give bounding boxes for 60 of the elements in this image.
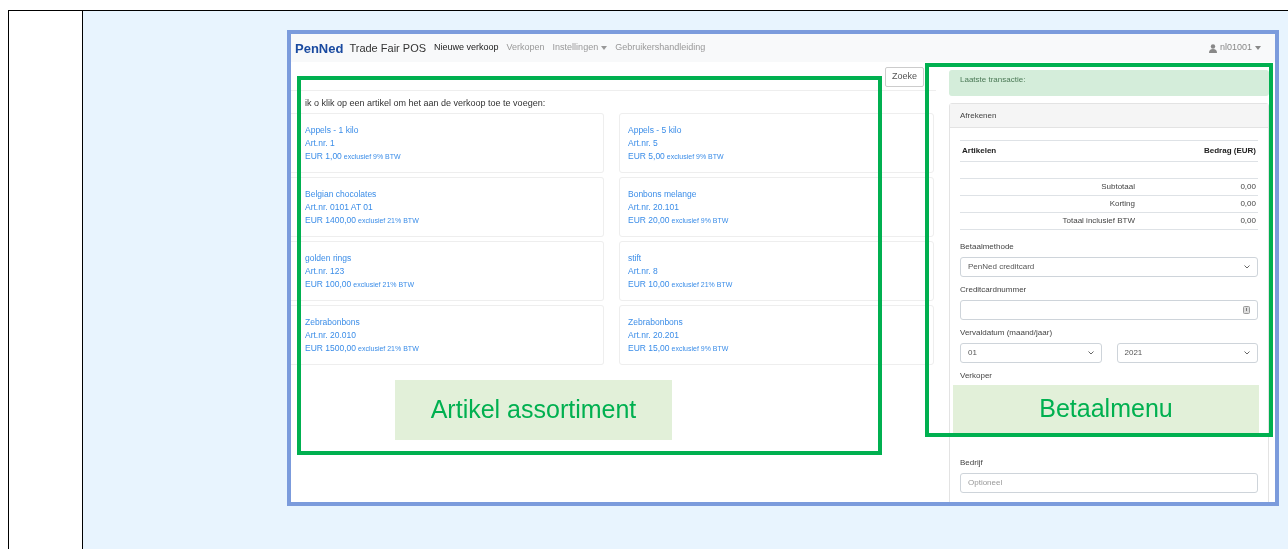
field-label: Bedrijf (960, 457, 984, 469)
nav-link[interactable]: Instellingen (552, 41, 608, 55)
field-label: Verkoper (960, 370, 994, 382)
input-field[interactable] (960, 300, 1258, 320)
article-name: Zebrabonbons (628, 316, 684, 328)
article-name: Appels - 5 kilo (628, 124, 683, 136)
chevron-icon (1244, 351, 1250, 355)
article-number: Art.nr. 20.201 (628, 329, 681, 341)
field-label: Betaalmethode (960, 241, 1015, 253)
last-transaction-alert: Laatste transactie: (949, 70, 1269, 96)
article-name: stift (628, 252, 643, 264)
field-label: Vervaldatum (maand/jaar) (960, 327, 1054, 339)
article-name: Belgian chocolates (305, 188, 378, 200)
article-price: EUR 20,00 (628, 214, 670, 226)
nav-link[interactable]: Gebruikershandleiding (615, 41, 706, 55)
total-value: 0,00 (1239, 181, 1257, 193)
total-value: 0,00 (1239, 198, 1257, 210)
article-number: Art.nr. 123 (305, 265, 346, 277)
article-name: golden rings (305, 252, 353, 264)
total-value: 0,00 (1239, 215, 1257, 227)
article-price: EUR 5,00 (628, 150, 665, 162)
article-number: Art.nr. 8 (628, 265, 659, 277)
article-name: Bonbons melange (628, 188, 698, 200)
nav-link[interactable]: Verkopen (506, 41, 545, 55)
total-label: Totaal inclusief BTW (1061, 215, 1135, 227)
column-header: Artikelen (962, 145, 997, 157)
total-label: Subtotaal (1100, 181, 1135, 193)
article-number: Art.nr. 5 (628, 137, 659, 149)
chevron-icon (1087, 351, 1094, 355)
column-header: Bedrag (EUR) (1204, 145, 1256, 157)
user-menu[interactable]: nl01001 (1219, 41, 1261, 55)
instruction-text: ik o klik op een artikel om het aan de verkoop toe te voegen: (304, 97, 547, 110)
article-name: Appels - 1 kilo (305, 124, 360, 136)
article-price: EUR 1,00 (305, 150, 342, 162)
article-price: EUR 1500,00 (305, 342, 357, 354)
article-price: EUR 10,00 (628, 278, 670, 290)
total-label: Korting (1108, 198, 1135, 210)
chevron-icon (1244, 265, 1250, 269)
article-price: EUR 100,00 (305, 278, 352, 290)
article-price: EUR 1400,00 (305, 214, 357, 226)
select-field[interactable]: 01 (960, 343, 1102, 363)
annotation-label: Betaalmenu (953, 385, 1259, 433)
annotation-label: Artikel assortiment (395, 380, 672, 440)
search-button[interactable]: Zoeke (885, 67, 924, 87)
select-field[interactable]: PenNed creditcard (960, 257, 1258, 277)
field-label: Creditcardnummer (960, 284, 1028, 296)
article-name: Zebrabonbons (305, 316, 361, 328)
nav-link[interactable]: Nieuwe verkoop (434, 41, 499, 55)
brand-title: Trade Fair POS (349, 40, 427, 56)
input-field[interactable]: Optioneel (960, 473, 1258, 493)
article-number: Art.nr. 20.101 (628, 201, 681, 213)
select-field[interactable]: 2021 (1116, 343, 1258, 363)
article-number: Art.nr. 20.010 (305, 329, 358, 341)
user-icon (1208, 43, 1217, 53)
article-number: Art.nr. 0101 AT 01 (305, 201, 374, 213)
caret-icon (1255, 46, 1261, 50)
article-price: EUR 15,00 (628, 342, 670, 354)
article-number: Art.nr. 1 (305, 137, 336, 149)
card-header: Afrekenen (950, 104, 1268, 128)
logo: PenNed (295, 41, 344, 55)
